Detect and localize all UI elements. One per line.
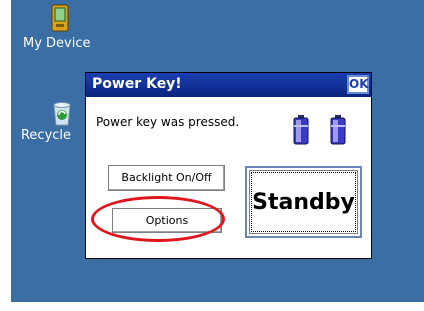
battery-icon [330, 115, 346, 145]
ok-button[interactable]: OK [347, 75, 369, 94]
desktop-icon-recycle[interactable]: Recycle [19, 100, 73, 143]
dialog-titlebar: Power Key! OK [86, 73, 371, 97]
desktop-icon-my-device[interactable]: My Device [23, 4, 91, 51]
power-key-dialog: Power Key! OK Power key was pressed. Bac… [85, 72, 372, 259]
standby-button[interactable]: Standby [245, 166, 362, 238]
pda-device-icon [51, 4, 69, 32]
battery-icon [293, 115, 309, 145]
dialog-message: Power key was pressed. [96, 115, 240, 129]
backlight-toggle-button[interactable]: Backlight On/Off [108, 165, 225, 191]
desktop-icon-label: My Device [23, 36, 91, 51]
dialog-title: Power Key! [92, 76, 182, 92]
recycle-bin-icon [53, 102, 71, 126]
options-button[interactable]: Options [112, 208, 222, 233]
desktop-icon-label: Recycle [20, 128, 72, 143]
desktop: My Device Recycle Power Key! OK Power ke… [11, 0, 424, 311]
bottom-margin [0, 302, 424, 311]
